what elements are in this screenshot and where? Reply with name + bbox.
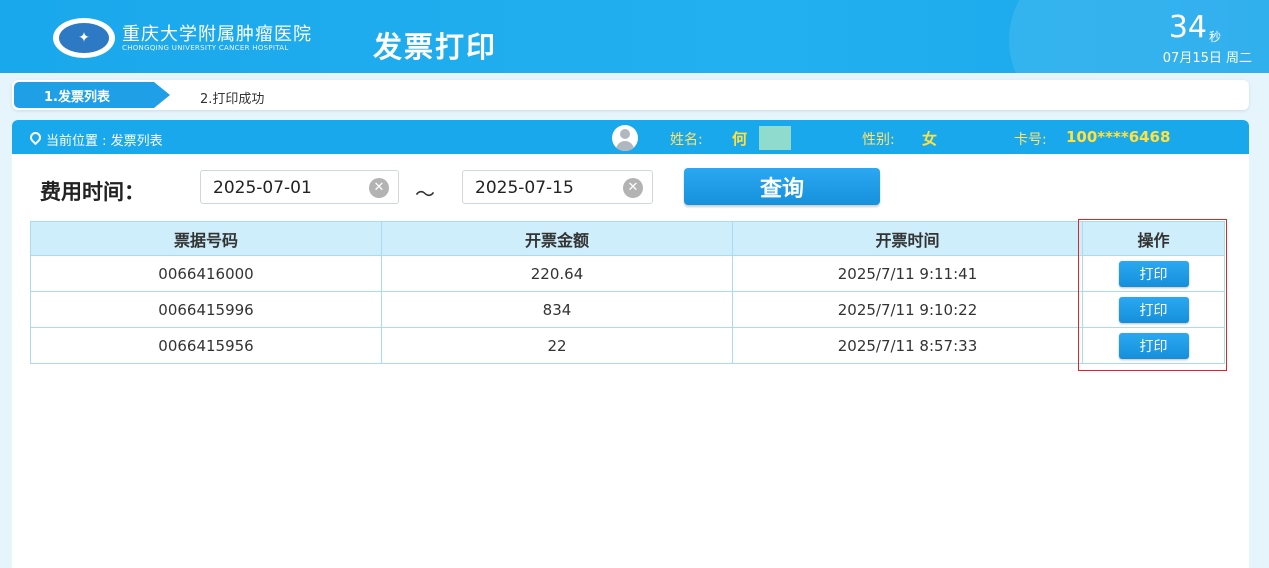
time-cell: 2025/7/11 9:10:22	[732, 291, 1083, 328]
table-row: 0066415996 834 2025/7/11 9:10:22 打印	[30, 291, 1225, 328]
invoice-no-cell: 0066415996	[30, 291, 382, 328]
time-cell: 2025/7/11 9:11:41	[732, 255, 1083, 292]
step-invoice-list: 1.发票列表	[14, 82, 170, 108]
clear-start-date-icon[interactable]: ✕	[369, 178, 389, 198]
print-button[interactable]: 打印	[1118, 260, 1189, 287]
date-range-separator: ～	[415, 182, 435, 206]
patient-gender-value: 女	[922, 130, 938, 148]
print-button[interactable]: 打印	[1118, 296, 1189, 323]
current-date: 07月15日 周二	[1162, 51, 1252, 66]
table-row: 0066416000 220.64 2025/7/11 9:11:41 打印	[30, 255, 1225, 292]
start-date-input[interactable]: 2025-07-01 ✕	[200, 170, 399, 204]
action-cell: 打印	[1082, 291, 1225, 328]
hospital-name-cn: 重庆大学附属肿瘤医院	[122, 24, 312, 45]
patient-card-value: 100****6468	[1066, 128, 1171, 146]
app-header: ✦ 重庆大学附属肿瘤医院 CHONGQING UNIVERSITY CANCER…	[0, 0, 1269, 73]
main-panel: 当前位置 : 发票列表 姓名: 何 性别: 女 卡号: 100****6468 …	[12, 120, 1249, 568]
location-bar: 当前位置 : 发票列表 姓名: 何 性别: 女 卡号: 100****6468	[12, 120, 1249, 154]
action-cell: 打印	[1082, 327, 1225, 364]
column-header-invoice-no: 票据号码	[30, 221, 382, 256]
name-privacy-mask	[759, 126, 791, 150]
amount-cell: 22	[381, 327, 733, 364]
print-button[interactable]: 打印	[1118, 332, 1189, 359]
countdown-timer: 34	[1168, 10, 1207, 45]
hospital-name-en: CHONGQING UNIVERSITY CANCER HOSPITAL	[122, 44, 289, 52]
amount-cell: 834	[381, 291, 733, 328]
step-progress-bar: 1.发票列表 2.打印成功	[12, 80, 1249, 110]
end-date-value: 2025-07-15	[475, 178, 574, 198]
clear-end-date-icon[interactable]: ✕	[623, 178, 643, 198]
action-cell: 打印	[1082, 255, 1225, 292]
patient-name-label: 姓名:	[670, 132, 703, 148]
current-location: 当前位置 : 发票列表	[46, 134, 163, 149]
patient-name-value: 何	[732, 130, 748, 148]
column-header-amount: 开票金额	[381, 221, 733, 256]
table-row: 0066415956 22 2025/7/11 8:57:33 打印	[30, 327, 1225, 364]
query-button[interactable]: 查询	[684, 168, 880, 205]
patient-gender-label: 性别:	[862, 132, 895, 148]
hospital-logo: ✦	[53, 18, 115, 58]
patient-avatar-icon	[612, 125, 638, 151]
fee-time-label: 费用时间：	[40, 180, 145, 204]
column-header-action: 操作	[1082, 221, 1225, 256]
column-header-time: 开票时间	[732, 221, 1083, 256]
invoice-no-cell: 0066415956	[30, 327, 382, 364]
hospital-logo-emblem: ✦	[57, 21, 111, 55]
location-pin-icon	[27, 129, 44, 146]
time-cell: 2025/7/11 8:57:33	[732, 327, 1083, 364]
patient-card-label: 卡号:	[1014, 132, 1047, 148]
end-date-input[interactable]: 2025-07-15 ✕	[462, 170, 653, 204]
start-date-value: 2025-07-01	[213, 178, 312, 198]
amount-cell: 220.64	[381, 255, 733, 292]
invoice-table: 票据号码 开票金额 开票时间 操作 0066416000 220.64 2025…	[30, 221, 1225, 364]
invoice-no-cell: 0066416000	[30, 255, 382, 292]
page-title: 发票打印	[373, 30, 498, 64]
step-print-success: 2.打印成功	[200, 92, 265, 107]
table-header-row: 票据号码 开票金额 开票时间 操作	[30, 221, 1225, 256]
countdown-unit: 秒	[1208, 30, 1221, 44]
